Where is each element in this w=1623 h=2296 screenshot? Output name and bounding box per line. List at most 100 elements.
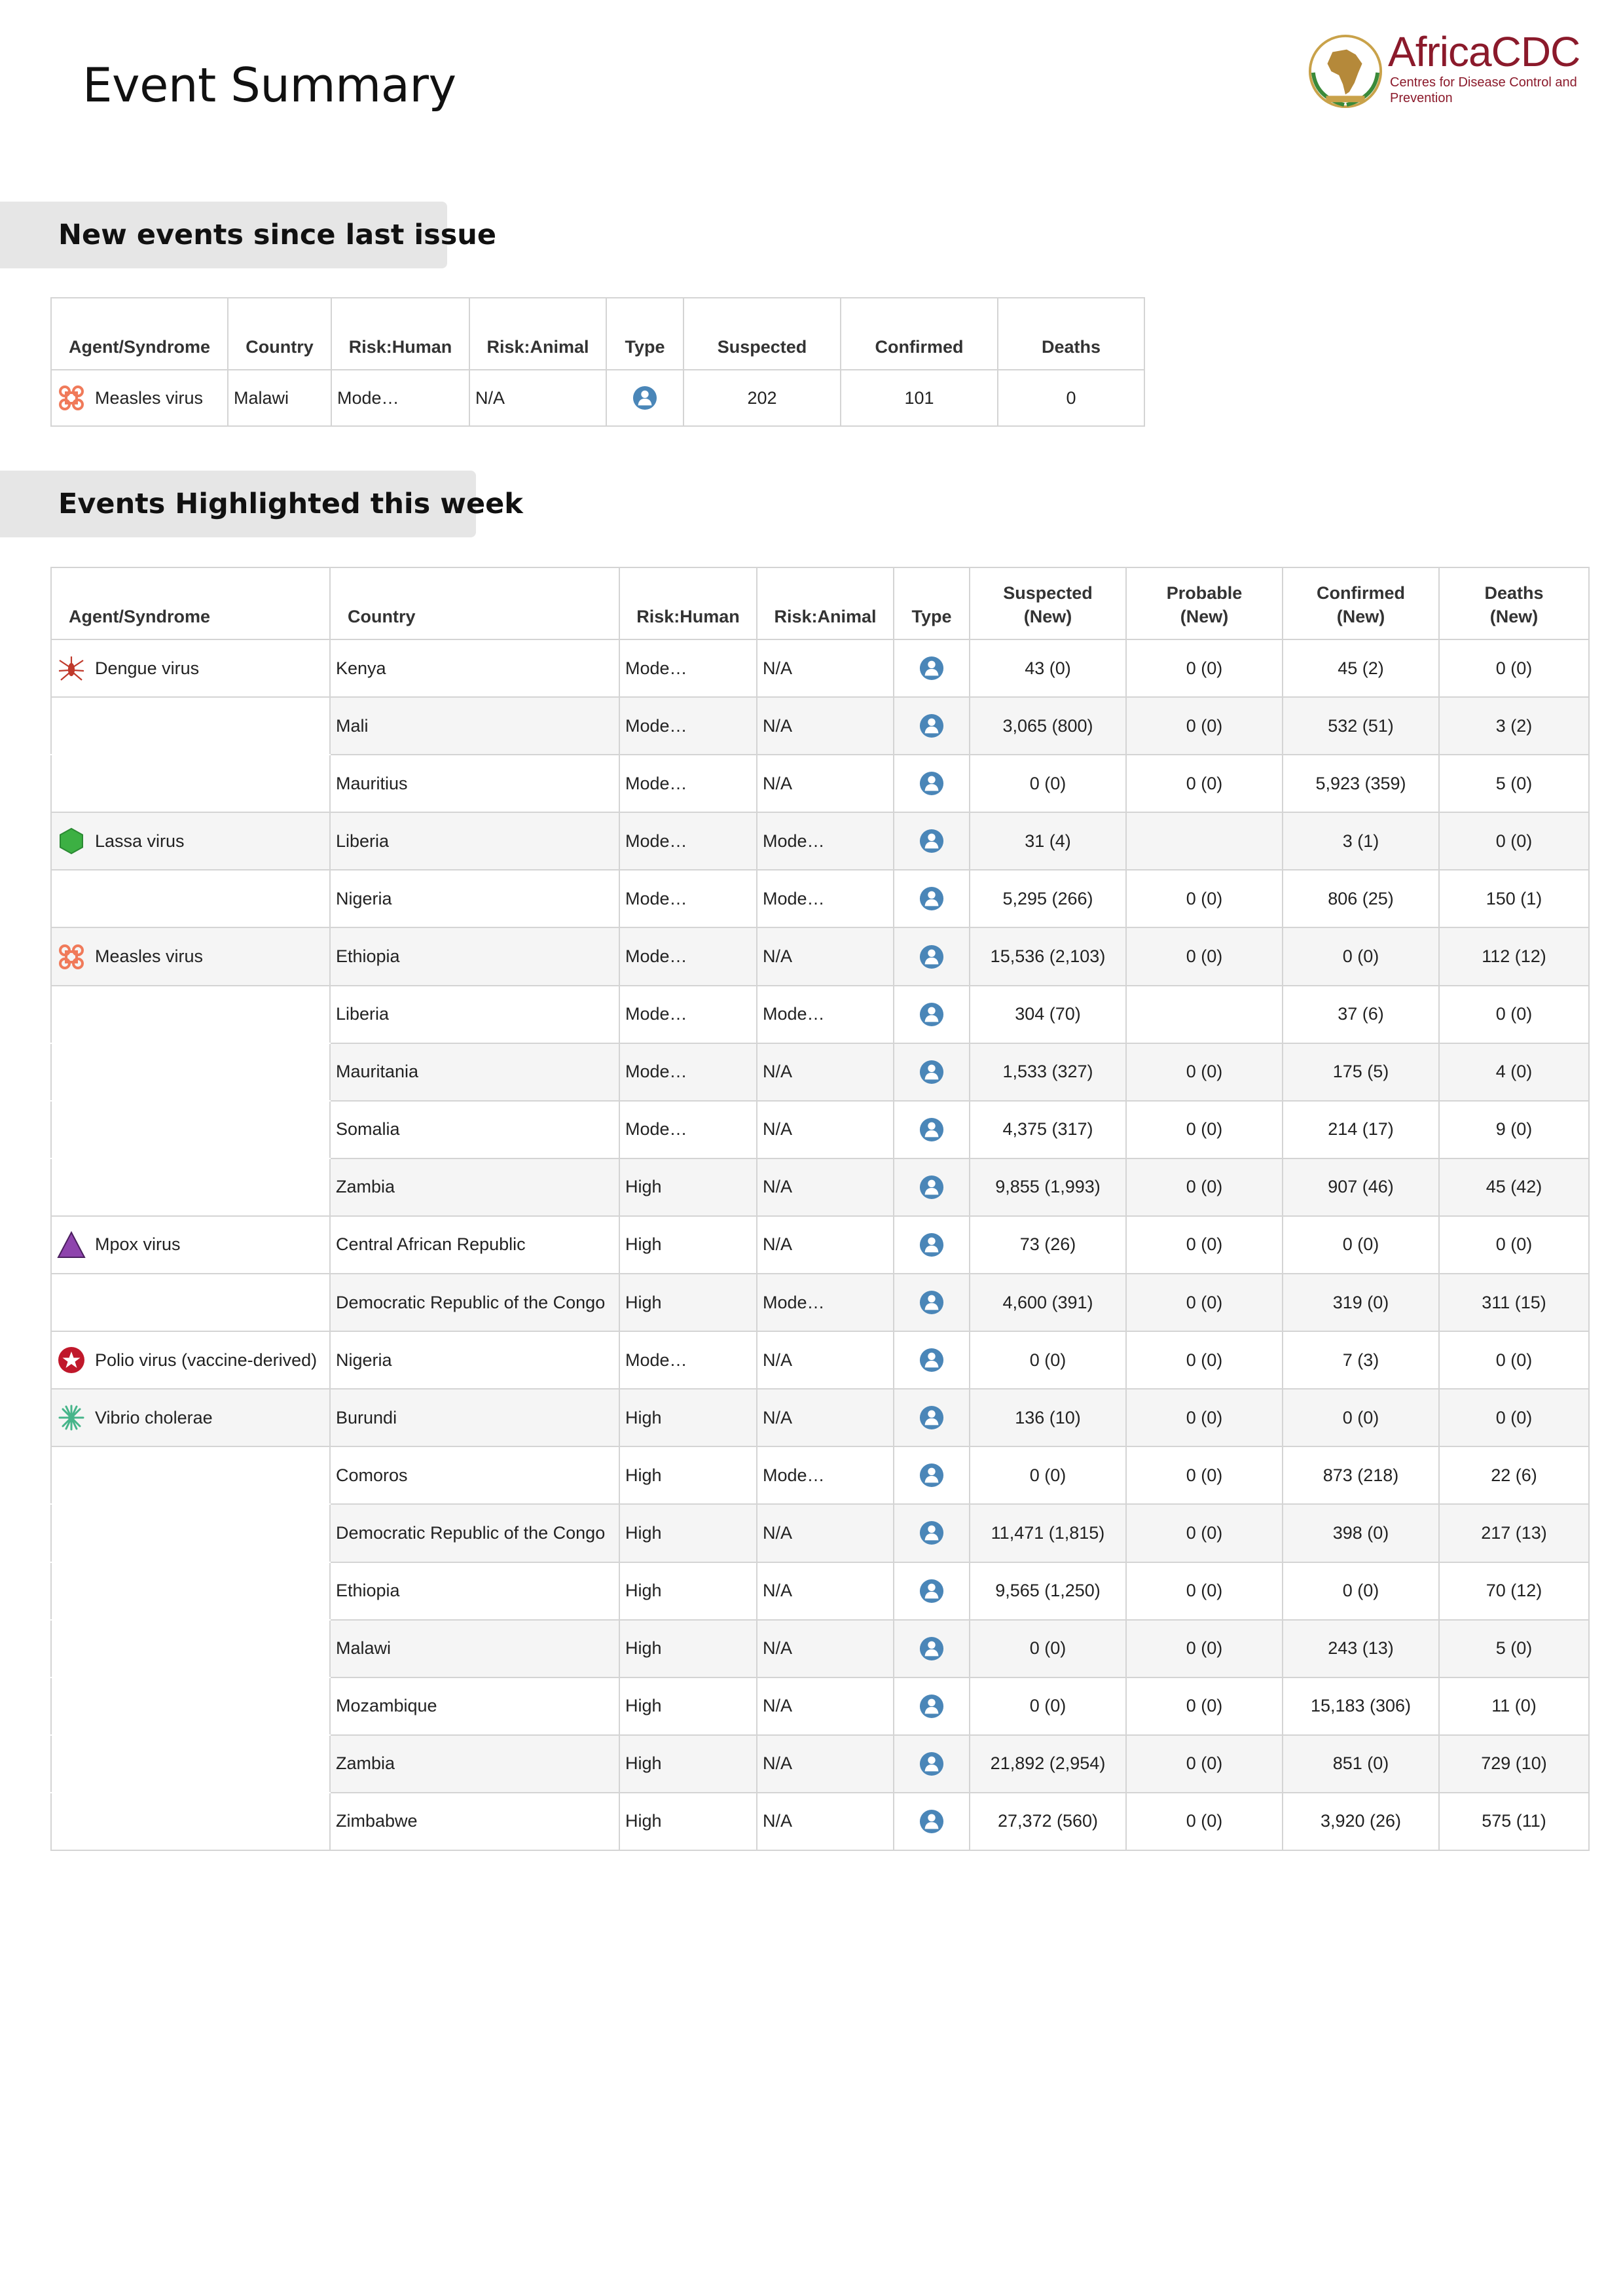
- cell-suspected: 5,295 (266): [969, 869, 1127, 929]
- cell-deaths: 217 (13): [1438, 1503, 1590, 1563]
- human-icon: [919, 771, 944, 796]
- cell-risk-human: Mode…: [619, 638, 757, 698]
- human-icon: [919, 1060, 944, 1085]
- cell-agent: Dengue virus: [50, 638, 331, 698]
- cell-risk-animal: N/A: [756, 1619, 894, 1678]
- cell-risk-human: Mode…: [619, 927, 757, 986]
- cell-type: [893, 1446, 970, 1505]
- cell-agent: Mpox virus: [50, 1215, 331, 1275]
- cell-probable: 0 (0): [1125, 1273, 1283, 1333]
- cell-type: [893, 696, 970, 756]
- col-header-suspected-sub: (New): [1023, 607, 1072, 626]
- cell-confirmed: 0 (0): [1282, 1215, 1440, 1275]
- cell-probable: 0 (0): [1125, 1042, 1283, 1102]
- cell-probable: 0 (0): [1125, 696, 1283, 756]
- human-icon: [919, 1751, 944, 1776]
- cell-country: Kenya: [329, 638, 620, 698]
- cell-country: Liberia: [329, 812, 620, 871]
- cell-country: Mozambique: [329, 1676, 620, 1736]
- cell-country: Zambia: [329, 1734, 620, 1793]
- cell-type: [893, 984, 970, 1044]
- table-row: Measles virus Malawi Mode… N/A 202 101 0: [50, 369, 1145, 427]
- human-icon: [919, 944, 944, 969]
- cell-type: [893, 1734, 970, 1793]
- table-row: Malawi High N/A 0 (0) 0 (0) 243 (13) 5 (0): [50, 1619, 1590, 1678]
- cell-country: Nigeria: [329, 1331, 620, 1390]
- cell-country: Somalia: [329, 1100, 620, 1159]
- cell-deaths: 0 (0): [1438, 1331, 1590, 1390]
- measles-icon: [57, 942, 86, 971]
- cell-deaths: 45 (42): [1438, 1157, 1590, 1217]
- cell-agent-empty: [50, 1273, 331, 1333]
- mpox-icon: [57, 1230, 86, 1259]
- human-icon: [919, 1348, 944, 1372]
- cell-probable: 0 (0): [1125, 869, 1283, 929]
- cell-country: Mali: [329, 696, 620, 756]
- cell-probable: 0 (0): [1125, 1446, 1283, 1505]
- cell-agent: Measles virus: [50, 369, 228, 427]
- cell-risk-human: Mode…: [331, 369, 470, 427]
- cell-confirmed: 214 (17): [1282, 1100, 1440, 1159]
- page-title: Event Summary: [82, 58, 456, 113]
- table-row: Dengue virus Kenya Mode… N/A 43 (0) 0 (0) 45 (…: [50, 638, 1590, 698]
- cell-risk-animal: N/A: [469, 369, 607, 427]
- cell-confirmed: 37 (6): [1282, 984, 1440, 1044]
- cell-confirmed: 15,183 (306): [1282, 1676, 1440, 1736]
- cell-country: Mauritania: [329, 1042, 620, 1102]
- cell-confirmed: 806 (25): [1282, 869, 1440, 929]
- cell-confirmed: 532 (51): [1282, 696, 1440, 756]
- cell-deaths: 0: [997, 369, 1145, 427]
- cell-type: [893, 927, 970, 986]
- table-row: Zimbabwe High N/A 27,372 (560) 0 (0) 3,920 (2…: [50, 1791, 1590, 1851]
- cell-agent-empty: [50, 1676, 331, 1736]
- cell-country: Zambia: [329, 1157, 620, 1217]
- cell-agent-empty: [50, 984, 331, 1044]
- cell-country: Ethiopia: [329, 1561, 620, 1621]
- cell-risk-human: High: [619, 1157, 757, 1217]
- cell-probable: 0 (0): [1125, 1676, 1283, 1736]
- cell-deaths: 0 (0): [1438, 812, 1590, 871]
- col-header-agent: Agent/Syndrome: [50, 567, 331, 640]
- col-header-deaths-label: Deaths: [1484, 583, 1544, 603]
- cell-type: [893, 869, 970, 929]
- cell-suspected: 11,471 (1,815): [969, 1503, 1127, 1563]
- lassa-icon: [57, 827, 86, 855]
- cell-country: Nigeria: [329, 869, 620, 929]
- human-icon: [919, 1002, 944, 1027]
- cell-risk-human: High: [619, 1273, 757, 1333]
- col-header-suspected: Suspected: [683, 297, 841, 370]
- polio-icon: [57, 1346, 86, 1374]
- cell-risk-human: Mode…: [619, 1331, 757, 1390]
- table-row: Zambia High N/A 9,855 (1,993) 0 (0) 907 (46) 4…: [50, 1157, 1590, 1217]
- cell-risk-human: Mode…: [619, 1100, 757, 1159]
- cell-risk-animal: N/A: [756, 927, 894, 986]
- cell-suspected: 4,600 (391): [969, 1273, 1127, 1333]
- col-header-probable-label: Probable: [1166, 583, 1243, 603]
- agent-label: Measles virus: [95, 387, 204, 408]
- table-row: Nigeria Mode… Mode… 5,295 (266) 0 (0) 806 (25…: [50, 869, 1590, 929]
- cell-probable: 0 (0): [1125, 1619, 1283, 1678]
- cell-risk-animal: N/A: [756, 638, 894, 698]
- cell-confirmed: 101: [840, 369, 998, 427]
- cell-probable: 0 (0): [1125, 638, 1283, 698]
- cell-risk-animal: Mode…: [756, 984, 894, 1044]
- cell-suspected: 15,536 (2,103): [969, 927, 1127, 986]
- cell-deaths: 4 (0): [1438, 1042, 1590, 1102]
- cell-type: [893, 1503, 970, 1563]
- human-icon: [919, 886, 944, 911]
- cell-type: [893, 1561, 970, 1621]
- cell-deaths: 729 (10): [1438, 1734, 1590, 1793]
- cell-agent: Polio virus (vaccine-derived): [50, 1331, 331, 1390]
- cell-probable: [1125, 984, 1283, 1044]
- cell-agent: Measles virus: [50, 927, 331, 986]
- cell-deaths: 0 (0): [1438, 638, 1590, 698]
- cell-confirmed: 5,923 (359): [1282, 754, 1440, 814]
- human-icon: [919, 1579, 944, 1604]
- table-row: Mpox virus Central African Republic High N/…: [50, 1215, 1590, 1275]
- cell-risk-human: High: [619, 1619, 757, 1678]
- cell-type: [893, 1388, 970, 1448]
- cell-agent: Vibrio cholerae: [50, 1388, 331, 1448]
- cell-risk-human: Mode…: [619, 869, 757, 929]
- cell-risk-animal: Mode…: [756, 812, 894, 871]
- cell-risk-animal: Mode…: [756, 1446, 894, 1505]
